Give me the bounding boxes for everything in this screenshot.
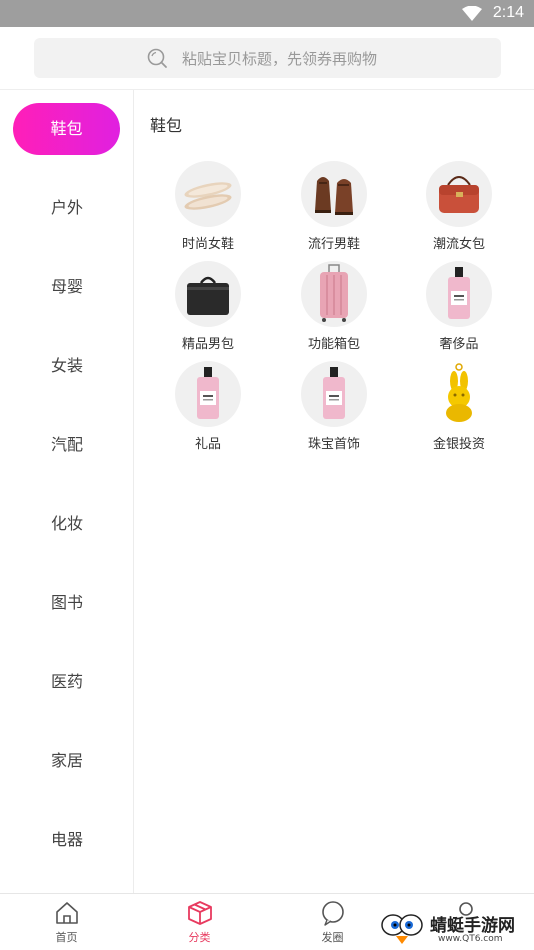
section-title: 鞋包	[150, 116, 183, 135]
category-label: 珠宝首饰	[307, 437, 360, 452]
sidebar-item-medicine[interactable]: 医药	[0, 656, 134, 708]
search-input[interactable]: 粘贴宝贝标题，先领券再购物	[34, 38, 501, 78]
gold-pendant-icon	[426, 361, 492, 427]
category-label: 流行男鞋	[307, 237, 360, 252]
category-box-icon	[188, 901, 212, 925]
category-cell-gifts[interactable]: 礼品	[143, 361, 273, 461]
category-cell-womens-bags[interactable]: 潮流女包	[394, 161, 524, 261]
suitcase-icon	[301, 261, 367, 327]
tab-label: 分类	[188, 931, 211, 944]
category-label: 潮流女包	[432, 237, 485, 252]
flat-shoes-icon	[175, 161, 241, 227]
sidebar-item-shoes-bags[interactable]: 鞋包	[13, 103, 120, 155]
sidebar-item-appliances[interactable]: 电器	[0, 814, 134, 866]
home-icon	[56, 902, 78, 924]
category-cell-jewelry[interactable]: 珠宝首饰	[269, 361, 399, 461]
category-cell-gold-investment[interactable]: 金银投资	[394, 361, 524, 461]
site-watermark: 蜻蜓手游网 www.QT6.com	[378, 911, 528, 947]
category-content: 鞋包 时尚女鞋 流行男鞋 潮流女包 精品男包 功能箱包 奢侈品 礼品 珠宝首饰 …	[135, 90, 534, 893]
tab-home[interactable]: 首页	[0, 894, 133, 950]
category-cell-mens-bags[interactable]: 精品男包	[143, 261, 273, 361]
sidebar-item-outdoor[interactable]: 户外	[0, 182, 134, 234]
category-label: 礼品	[194, 437, 221, 452]
sidebar-item-baby[interactable]: 母婴	[0, 261, 134, 313]
category-cell-luxury[interactable]: 奢侈品	[394, 261, 524, 361]
perfume-icon	[175, 361, 241, 427]
sidebar-item-womens-clothing[interactable]: 女装	[0, 340, 134, 392]
chat-bubble-icon	[322, 901, 344, 926]
category-cell-womens-shoes[interactable]: 时尚女鞋	[143, 161, 273, 261]
sidebar-item-cosmetics[interactable]: 化妆	[0, 498, 134, 550]
search-placeholder: 粘贴宝贝标题，先领券再购物	[182, 50, 378, 68]
dragonfly-logo-icon	[381, 914, 423, 944]
watermark-url: www.QT6.com	[438, 934, 503, 944]
category-cell-luggage[interactable]: 功能箱包	[269, 261, 399, 361]
category-cell-mens-shoes[interactable]: 流行男鞋	[269, 161, 399, 261]
perfume-icon	[426, 261, 492, 327]
category-label: 奢侈品	[439, 337, 479, 352]
tab-category[interactable]: 分类	[133, 894, 266, 950]
tab-label: 首页	[55, 931, 78, 944]
category-label: 精品男包	[181, 337, 234, 352]
sidebar-item-books[interactable]: 图书	[0, 577, 134, 629]
category-sidebar: 鞋包 户外 母婴 女装 汽配 化妆 图书 医药 家居 电器	[0, 90, 134, 893]
search-bar: 粘贴宝贝标题，先领券再购物	[0, 27, 534, 90]
category-label: 时尚女鞋	[181, 237, 234, 252]
wifi-icon	[462, 6, 482, 21]
category-label: 功能箱包	[307, 337, 360, 352]
handbag-icon	[426, 161, 492, 227]
status-time: 2:14	[492, 4, 524, 21]
briefcase-icon	[175, 261, 241, 327]
sidebar-item-auto-parts[interactable]: 汽配	[0, 419, 134, 471]
watermark-name: 蜻蜓手游网	[430, 916, 515, 936]
status-bar: 2:14	[0, 0, 534, 27]
perfume-icon	[301, 361, 367, 427]
search-icon	[147, 48, 167, 68]
category-label: 金银投资	[432, 437, 485, 452]
sidebar-item-home[interactable]: 家居	[0, 735, 134, 787]
mens-shoes-icon	[301, 161, 367, 227]
